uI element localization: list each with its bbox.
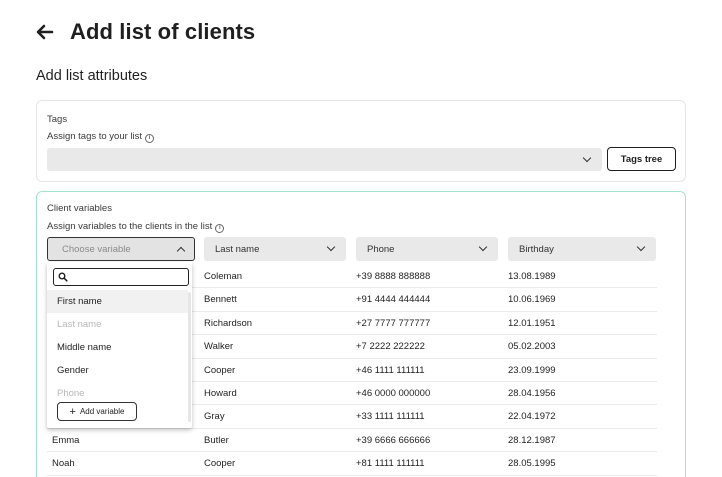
cell-birthday: 28.05.1995 [508, 458, 556, 470]
page-title: Add list of clients [70, 19, 256, 44]
search-input[interactable] [53, 268, 189, 286]
search-icon [58, 272, 68, 282]
cell-first-name: Emma [52, 434, 80, 446]
column-select-label: Choose variable [62, 243, 131, 255]
chevron-down-icon [326, 242, 336, 252]
cell-phone: +7 2222 222222 [356, 341, 425, 353]
column-select-label: Phone [367, 243, 395, 255]
variables-label: Client variables [47, 203, 112, 214]
chevron-up-icon [176, 246, 186, 256]
cell-last-name: Cooper [204, 458, 236, 470]
tags-tree-button[interactable]: Tags tree [607, 147, 676, 171]
tags-hint: Assign tags to your list i [47, 131, 155, 143]
cell-last-name: Cooper [204, 364, 236, 376]
cell-first-name: Noah [52, 458, 75, 470]
column-select-3[interactable]: Phone [356, 237, 498, 261]
dropdown-scrollbar[interactable] [188, 292, 191, 422]
add-variable-button[interactable]: + Add variable [57, 402, 137, 421]
cell-phone: +46 1111 111111 [356, 364, 425, 376]
table-row: Noah Cooper +81 1111 111111 28.05.1995 [47, 452, 657, 476]
cell-birthday: 12.01.1951 [508, 317, 556, 329]
cell-last-name: Coleman [204, 271, 243, 282]
cell-last-name: Butler [204, 434, 229, 446]
arrow-left-icon [36, 24, 54, 40]
chevron-down-icon [636, 242, 646, 252]
cell-phone: +33 1111 111111 [356, 411, 425, 423]
cell-birthday: 10.06.1969 [508, 294, 556, 306]
cell-birthday: 05.02.2003 [508, 341, 556, 353]
tags-card: Tags Assign tags to your list i Tags tree [36, 100, 686, 182]
info-icon[interactable]: i [145, 134, 155, 143]
cell-last-name: Walker [204, 341, 234, 353]
cell-last-name: Gray [204, 411, 225, 423]
dropdown-item-middle-name[interactable]: Middle name [47, 336, 188, 359]
cell-phone: +91 4444 444444 [356, 294, 431, 306]
tags-hint-text: Assign tags to your list [47, 131, 143, 142]
variable-dropdown: First name Last name Middle name Gender … [47, 262, 192, 428]
tags-label: Tags [47, 114, 68, 125]
dropdown-item-last-name: Last name [57, 319, 102, 330]
chevron-down-icon [478, 242, 488, 252]
cell-birthday: 13.08.1989 [508, 271, 556, 282]
page-header: Add list of clients [36, 18, 255, 46]
info-icon[interactable]: i [215, 224, 225, 233]
add-variable-label: Add variable [79, 407, 125, 416]
section-title: Add list attributes [36, 68, 148, 84]
client-variables-card: Client variables Assign variables to the… [36, 191, 686, 477]
cell-last-name: Bennett [204, 294, 237, 306]
plus-icon: + [69, 405, 76, 418]
column-select-4[interactable]: Birthday [508, 237, 656, 261]
column-select-1[interactable]: Choose variable [47, 237, 195, 261]
variables-hint: Assign variables to the clients in the l… [47, 221, 225, 233]
variables-hint-text: Assign variables to the clients in the l… [47, 221, 213, 232]
cell-phone: +39 6666 666666 [356, 434, 431, 446]
table-row: Emma Butler +39 6666 666666 28.12.1987 [47, 429, 657, 453]
chevron-down-icon [582, 153, 592, 163]
back-button[interactable] [36, 18, 56, 46]
cell-phone: +46 0000 000000 [356, 388, 431, 399]
tags-select[interactable] [47, 148, 602, 171]
cell-phone: +81 1111 111111 [356, 458, 425, 470]
dropdown-item-gender[interactable]: Gender [47, 359, 188, 382]
cell-birthday: 28.12.1987 [508, 434, 556, 446]
column-select-label: Birthday [519, 243, 554, 255]
column-select-label: Last name [215, 243, 260, 255]
dropdown-item-first-name[interactable]: First name [47, 290, 188, 313]
cell-phone: +39 8888 888888 [356, 271, 431, 282]
cell-phone: +27 7777 777777 [356, 317, 431, 329]
cell-birthday: 22.04.1972 [508, 411, 556, 423]
cell-last-name: Richardson [204, 317, 253, 329]
column-select-2[interactable]: Last name [204, 237, 346, 261]
cell-birthday: 28.04.1956 [508, 388, 556, 399]
cell-last-name: Howard [204, 388, 237, 399]
cell-birthday: 23.09.1999 [508, 364, 556, 376]
